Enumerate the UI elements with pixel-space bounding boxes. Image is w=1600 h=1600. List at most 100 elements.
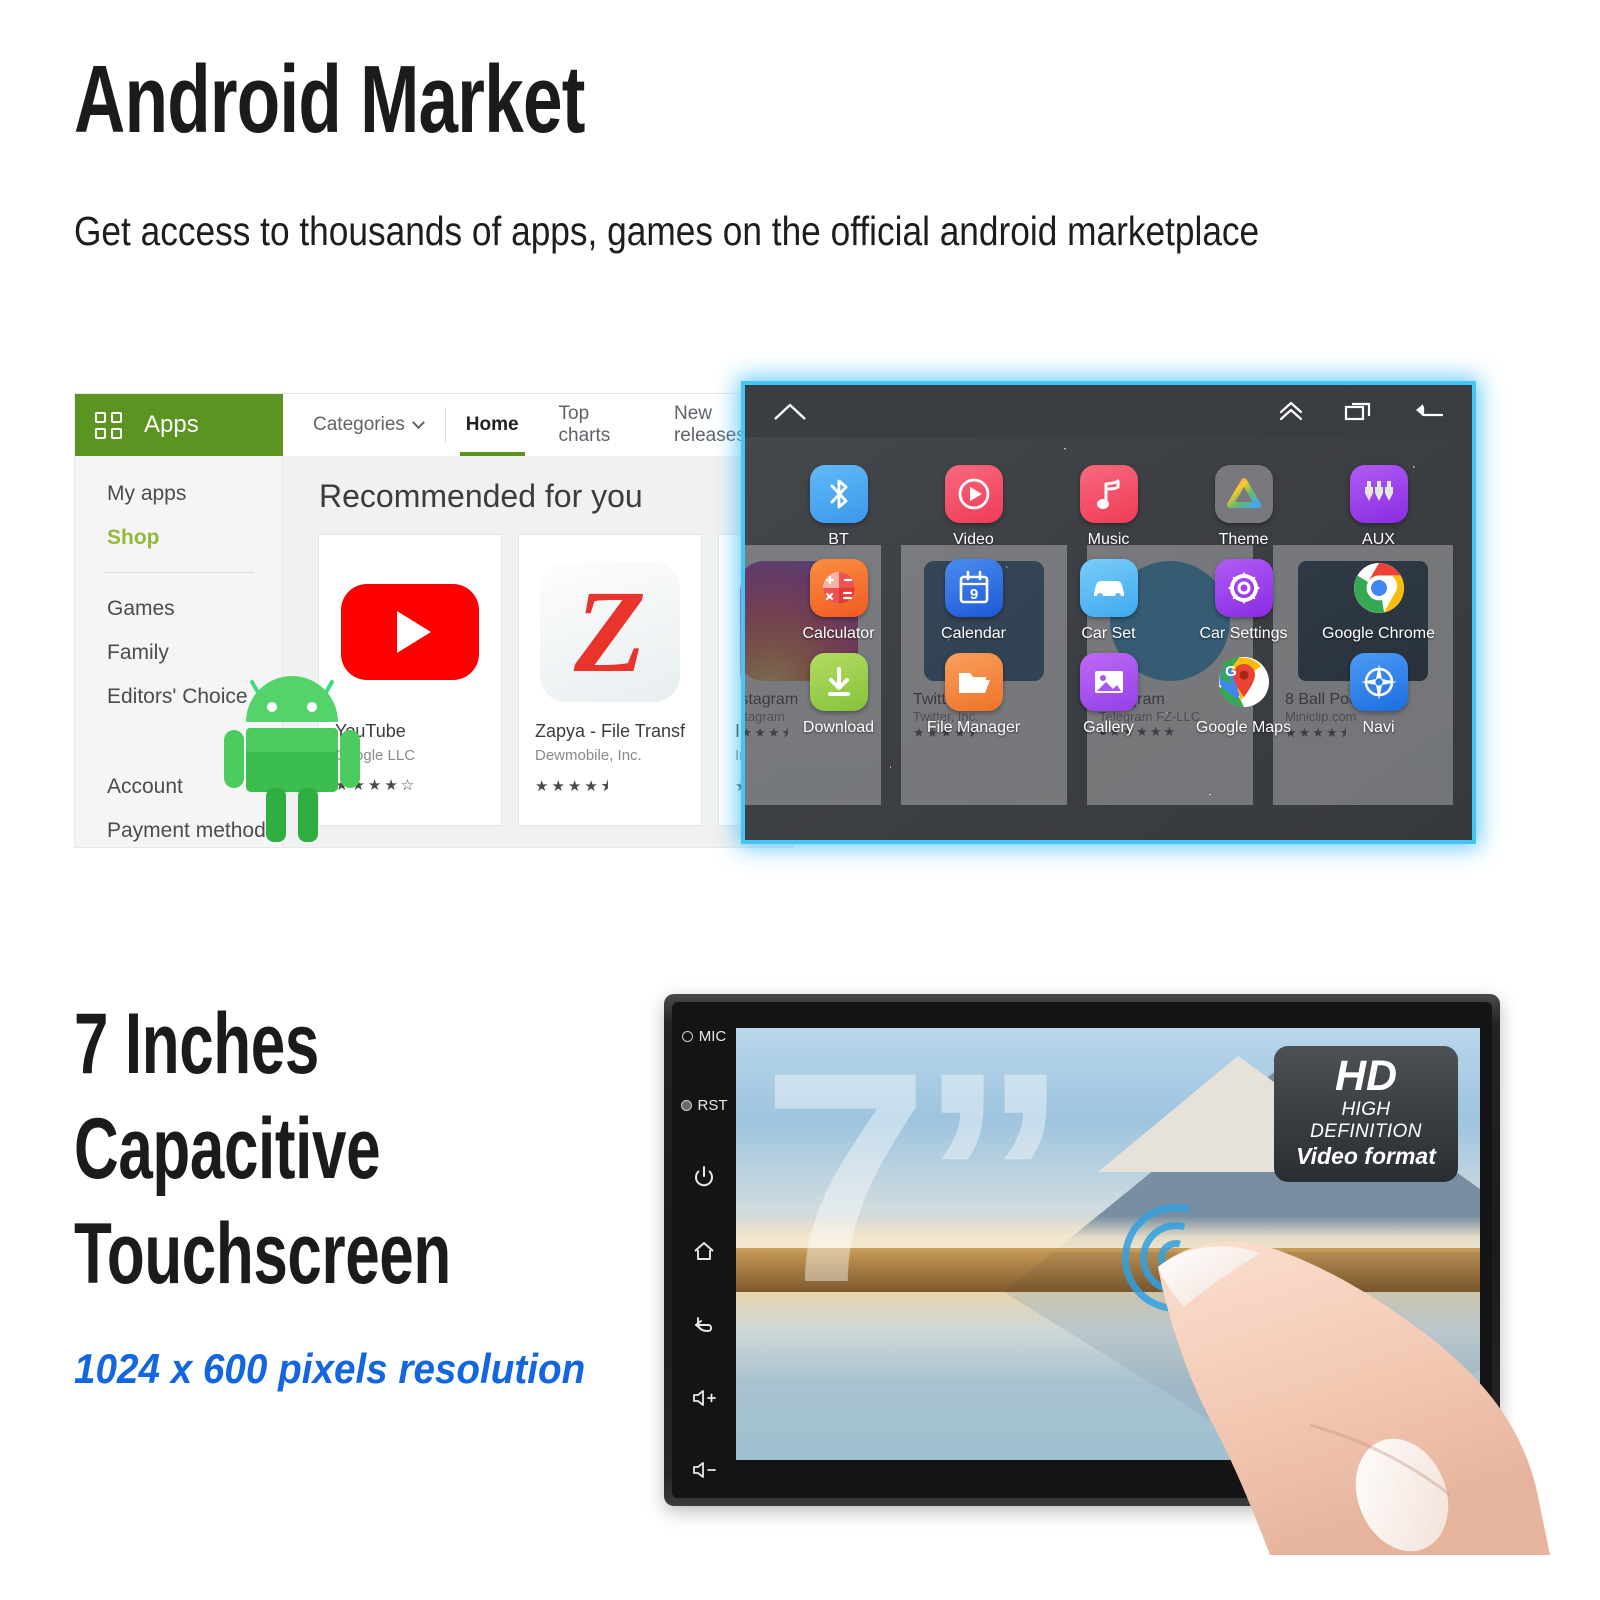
tab-home[interactable]: Home	[446, 394, 539, 456]
play-store-topbar: Apps Categories Home Top charts New rele…	[75, 394, 793, 456]
app-card-list: YouTube Google LLC ★★★★☆ Z Zapya - File …	[319, 535, 793, 825]
app-label: Video	[953, 531, 994, 548]
sidebar-item-shop[interactable]: Shop	[75, 516, 282, 560]
app-label: BT	[828, 531, 849, 548]
app-theme[interactable]: Theme	[1176, 465, 1311, 549]
theme-ring-icon	[1214, 465, 1273, 523]
back-icon	[695, 1317, 713, 1332]
android-robot-icon	[224, 676, 360, 842]
calendar-icon: 9	[944, 559, 1003, 617]
home-icon	[694, 1242, 714, 1260]
app-label: Calculator	[802, 625, 875, 642]
heading-line-3: Touchscreen	[74, 1205, 451, 1302]
app-label: File Manager	[926, 719, 1021, 736]
app-label: Music	[1087, 531, 1130, 548]
bluetooth-icon	[809, 465, 868, 523]
home-button[interactable]	[693, 1240, 715, 1262]
car-app-grid: BT Video Music Theme AUX Calculator 9 Ca…	[745, 447, 1472, 737]
app-calendar[interactable]: 9 Calendar	[906, 559, 1041, 643]
sidebar-item-my-apps[interactable]: My apps	[75, 472, 282, 516]
tab-top-charts[interactable]: Top charts	[539, 394, 654, 456]
app-gallery[interactable]: Gallery	[1041, 653, 1176, 737]
device-button-column: MIC RST	[672, 1002, 736, 1498]
car-status-bar	[745, 385, 1472, 437]
compass-icon	[1349, 653, 1408, 711]
page-title: Android Market	[74, 46, 585, 153]
svg-text:G: G	[1225, 663, 1237, 680]
aux-jack-icon	[1349, 465, 1408, 523]
app-aux[interactable]: AUX	[1311, 465, 1446, 549]
screen-size-watermark: 7”	[762, 1028, 1069, 1345]
back-button[interactable]	[693, 1314, 715, 1336]
app-calculator[interactable]: Calculator	[771, 559, 906, 643]
page-subtitle: Get access to thousands of apps, games o…	[74, 208, 1260, 254]
calendar-day-number: 9	[969, 586, 977, 603]
power-button[interactable]	[694, 1166, 714, 1188]
sidebar-item-games[interactable]: Games	[75, 587, 282, 631]
app-google-maps[interactable]: G Google Maps	[1176, 653, 1311, 737]
app-video[interactable]: Video	[906, 465, 1041, 549]
app-label: Calendar	[941, 625, 1006, 642]
resolution-text: 1024 x 600 pixels resolution	[74, 1344, 586, 1392]
play-circle-icon	[944, 465, 1003, 523]
reset-button[interactable]: RST	[680, 1097, 728, 1114]
gear-icon	[1214, 559, 1273, 617]
sidebar-divider	[103, 572, 254, 573]
chevron-down-icon	[412, 415, 425, 429]
app-label: Car Set	[1081, 625, 1136, 642]
app-google-chrome[interactable]: Google Chrome	[1311, 559, 1446, 643]
hd-badge-line1: HD	[1334, 1052, 1398, 1100]
app-label: AUX	[1362, 531, 1395, 548]
hd-badge-line3: Video format	[1296, 1143, 1436, 1170]
music-note-icon	[1079, 465, 1138, 523]
app-card-developer: Dewmobile, Inc.	[535, 747, 642, 764]
mic-button[interactable]: MIC	[681, 1028, 726, 1045]
play-store-body: My apps Shop Games Family Editors' Choic…	[75, 456, 793, 847]
app-label: Google Chrome	[1322, 625, 1435, 642]
categories-dropdown[interactable]: Categories	[283, 414, 445, 436]
app-label: Car Settings	[1199, 625, 1288, 642]
app-download[interactable]: Download	[771, 653, 906, 737]
play-store-nav: Categories Home Top charts New releases	[283, 394, 793, 456]
app-file-manager[interactable]: File Manager	[906, 653, 1041, 737]
zapya-icon: Z	[535, 557, 685, 707]
app-car-settings[interactable]: Car Settings	[1176, 559, 1311, 643]
home-icon[interactable]	[773, 401, 807, 421]
recent-apps-icon[interactable]	[1344, 400, 1374, 422]
volume-down-icon	[693, 1462, 716, 1478]
heading-line-2: Capacitive	[74, 1100, 381, 1197]
reset-label: RST	[697, 1097, 728, 1114]
play-store-screenshot: Apps Categories Home Top charts New rele…	[74, 393, 794, 848]
app-music[interactable]: Music	[1041, 465, 1176, 549]
chrome-icon	[1350, 559, 1408, 617]
app-navi[interactable]: Navi	[1311, 653, 1446, 737]
apps-button-label: Apps	[144, 411, 199, 438]
app-label: Download	[802, 719, 875, 736]
hd-badge: HD HIGH DEFINITION Video format	[1274, 1046, 1458, 1183]
app-label: Theme	[1218, 531, 1269, 548]
app-car-set[interactable]: Car Set	[1041, 559, 1176, 643]
back-arrow-icon[interactable]	[1414, 401, 1444, 421]
volume-up-button[interactable]	[691, 1388, 717, 1408]
categories-label: Categories	[313, 414, 405, 435]
car-head-unit-launcher: Instagram Instagram ★★★★⯨ Twitter Twitte…	[745, 385, 1472, 840]
car-icon	[1079, 559, 1138, 617]
screen-section-heading: 7 Inches Capacitive Touchscreen 1024 x 6…	[74, 992, 694, 1393]
volume-up-icon	[693, 1390, 716, 1406]
google-maps-icon: G	[1215, 653, 1273, 711]
app-bt[interactable]: BT	[771, 465, 906, 549]
app-label: Gallery	[1083, 719, 1134, 736]
app-label: Google Maps	[1195, 719, 1292, 736]
reset-hole-icon	[680, 1100, 692, 1111]
download-icon	[809, 653, 868, 711]
chevron-up-icon[interactable]	[1278, 400, 1304, 422]
app-label: Navi	[1362, 719, 1395, 736]
app-card-zapya[interactable]: Z Zapya - File Transfer Dewmobile, Inc. …	[519, 535, 701, 825]
image-icon	[1079, 653, 1138, 711]
folder-icon	[944, 653, 1003, 711]
volume-down-button[interactable]	[691, 1460, 717, 1480]
grid-icon	[95, 411, 122, 439]
apps-button[interactable]: Apps	[75, 394, 283, 456]
power-icon	[695, 1166, 713, 1187]
app-card-name: Zapya - File Transfer	[535, 721, 685, 741]
